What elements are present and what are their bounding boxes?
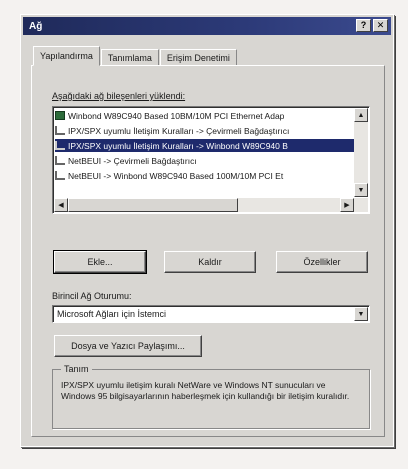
- list-item-label: Winbond W89C940 Based 10BM/10M PCI Ether…: [68, 110, 285, 121]
- properties-button[interactable]: Özellikler: [276, 251, 368, 273]
- list-item-label: IPX/SPX uyumlu İletişim Kuralları -> Win…: [68, 140, 288, 151]
- primary-logon-label: Birincil Ağ Oturumu:: [52, 291, 132, 301]
- description-groupbox: Tanım IPX/SPX uyumlu iletişim kuralı Net…: [52, 364, 370, 429]
- scroll-up-icon[interactable]: ▲: [354, 108, 368, 122]
- protocol-icon: [55, 171, 65, 180]
- scroll-right-icon[interactable]: ▶: [340, 198, 354, 212]
- primary-logon-value: Microsoft Ağları için İstemci: [57, 309, 167, 319]
- network-dialog: Ağ ? ✕ Yapılandırma Tanımlama Erişim Den…: [20, 14, 394, 447]
- scroll-down-icon[interactable]: ▼: [354, 183, 368, 197]
- list-item[interactable]: Winbond W89C940 Based 10BM/10M PCI Ether…: [55, 109, 355, 122]
- configuration-panel: Aşağıdaki ağ bileşenleri yüklendi: Winbo…: [31, 65, 385, 437]
- file-print-sharing-button[interactable]: Dosya ve Yazıcı Paylaşımı...: [54, 335, 202, 357]
- vertical-scrollbar[interactable]: ▲ ▼: [354, 108, 368, 197]
- window-title: Ağ: [29, 20, 43, 32]
- chevron-down-icon[interactable]: ▼: [354, 307, 368, 321]
- list-item-label: NetBEUI -> Çevirmeli Bağdaştırıcı: [68, 155, 197, 166]
- list-item-selected[interactable]: IPX/SPX uyumlu İletişim Kuralları -> Win…: [55, 139, 355, 152]
- description-legend: Tanım: [61, 364, 92, 374]
- title-buttons: ? ✕: [356, 19, 388, 32]
- list-item-label: IPX/SPX uyumlu İletişim Kuralları -> Çev…: [68, 125, 290, 136]
- network-adapter-icon: [55, 111, 65, 120]
- list-item[interactable]: NetBEUI -> Çevirmeli Bağdaştırıcı: [55, 154, 355, 167]
- remove-button[interactable]: Kaldır: [164, 251, 256, 273]
- protocol-icon: [55, 126, 65, 135]
- title-bar[interactable]: Ağ ? ✕: [23, 17, 391, 35]
- list-item[interactable]: IPX/SPX uyumlu İletişim Kuralları -> Çev…: [55, 124, 355, 137]
- close-button[interactable]: ✕: [373, 19, 388, 32]
- add-button[interactable]: Ekle...: [53, 250, 147, 274]
- list-item-label: NetBEUI -> Winbond W89C940 Based 100M/10…: [68, 170, 284, 181]
- description-text: IPX/SPX uyumlu iletişim kuralı NetWare v…: [61, 380, 350, 401]
- scroll-left-icon[interactable]: ◀: [54, 198, 68, 212]
- scroll-thumb[interactable]: [68, 198, 238, 212]
- protocol-icon: [55, 156, 65, 165]
- tab-strip: Yapılandırma Tanımlama Erişim Denetimi: [33, 46, 238, 66]
- protocol-icon: [55, 141, 65, 150]
- primary-logon-select[interactable]: Microsoft Ağları için İstemci ▼: [52, 305, 370, 323]
- help-button[interactable]: ?: [356, 19, 371, 32]
- tab-configuration[interactable]: Yapılandırma: [33, 46, 100, 66]
- tab-identification[interactable]: Tanımlama: [100, 49, 159, 66]
- tab-access-control[interactable]: Erişim Denetimi: [159, 49, 237, 66]
- horizontal-scrollbar[interactable]: ◀ ▶: [54, 198, 368, 212]
- components-label: Aşağıdaki ağ bileşenleri yüklendi:: [52, 91, 186, 101]
- components-listbox[interactable]: Winbond W89C940 Based 10BM/10M PCI Ether…: [52, 106, 370, 214]
- list-item[interactable]: NetBEUI -> Winbond W89C940 Based 100M/10…: [55, 169, 355, 182]
